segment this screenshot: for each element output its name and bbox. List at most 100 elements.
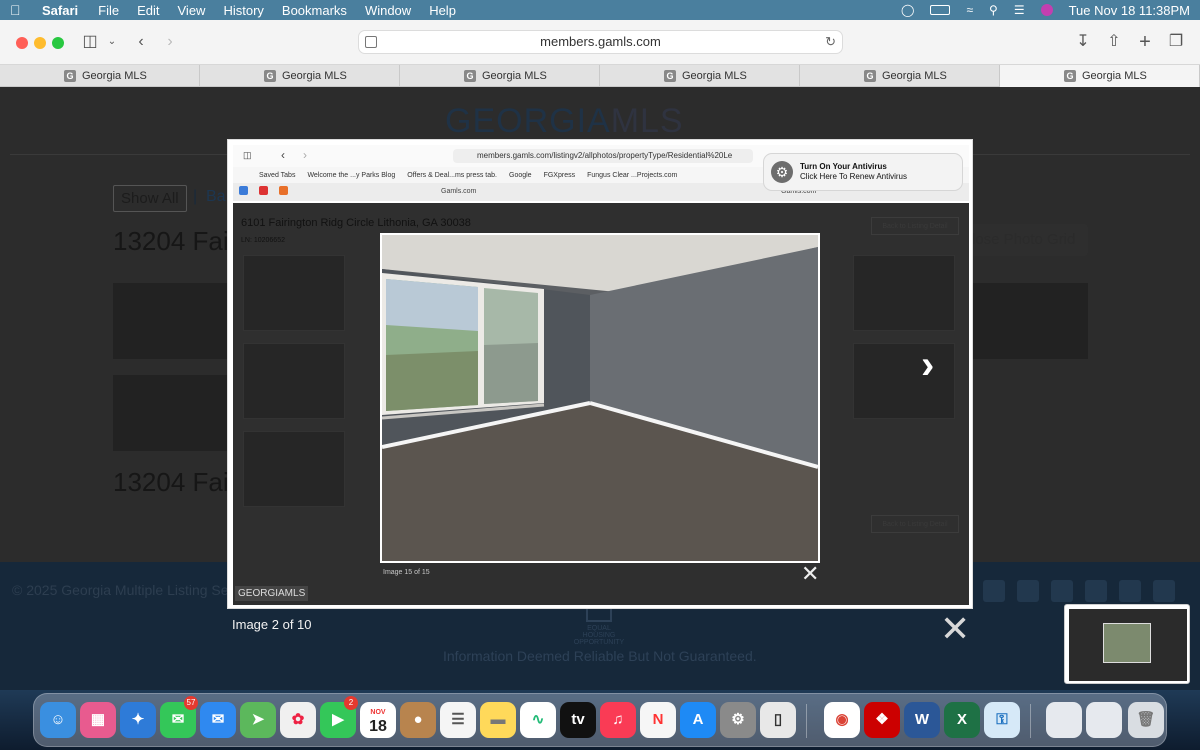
chevron-right-icon[interactable]: › — [921, 343, 934, 388]
menu-clock[interactable]: Tue Nov 18 11:38PM — [1069, 3, 1190, 18]
partial-link[interactable]: Ba — [206, 188, 226, 206]
inner-sidebar-icon: ◫ — [243, 150, 252, 160]
spotlight-search-icon[interactable]: ⚲ — [989, 3, 998, 17]
vimeo-icon[interactable] — [1153, 580, 1175, 602]
tab-georgia-mls-1[interactable]: G Georgia MLS — [0, 65, 200, 87]
back-button[interactable]: ‹ — [131, 32, 151, 52]
reminders-icon[interactable]: ☰ — [440, 702, 476, 738]
system-settings-icon[interactable]: ⚙ — [720, 702, 756, 738]
minimize-window-button[interactable] — [34, 37, 46, 49]
menu-file[interactable]: File — [98, 3, 119, 18]
photo-strip-left-2[interactable] — [113, 375, 228, 451]
menu-window[interactable]: Window — [365, 3, 411, 18]
screenshot-thumbnail-preview[interactable] — [1064, 604, 1190, 684]
chrome-icon[interactable]: ◉ — [824, 702, 860, 738]
trash-icon[interactable]: 🗑 — [1128, 702, 1164, 738]
inner-back-to-listing: Back to Listing Detail — [871, 217, 959, 235]
forward-button[interactable]: › — [160, 32, 180, 52]
menu-app-name[interactable]: Safari — [42, 3, 78, 18]
siri-icon[interactable] — [1040, 4, 1053, 16]
menu-view[interactable]: View — [178, 3, 206, 18]
share-icon[interactable]: ⇧ — [1104, 32, 1124, 52]
menu-edit[interactable]: Edit — [137, 3, 159, 18]
inner-bookmark: Welcome the ...y Parks Blog — [307, 171, 396, 179]
minimized-window-icon[interactable] — [1086, 702, 1122, 738]
page-icon — [365, 36, 377, 48]
notes-icon[interactable]: ▬ — [480, 702, 516, 738]
tab-label: Georgia MLS — [482, 70, 547, 82]
tab-overview-icon[interactable]: ❐ — [1166, 32, 1186, 52]
close-icon[interactable]: ✕ — [940, 611, 970, 647]
show-all-button[interactable]: Show All — [113, 185, 187, 212]
inner-bookmark: FGXpress — [543, 171, 576, 179]
close-photo-grid-button[interactable]: lose Photo Grid — [966, 224, 1088, 256]
chevron-down-icon[interactable]: ⌄ — [102, 32, 122, 52]
photos-icon[interactable]: ✿ — [280, 702, 316, 738]
photo-strip-left[interactable] — [113, 283, 228, 359]
photo-strip-right[interactable] — [973, 283, 1088, 359]
wifi-icon[interactable]: ≈ — [966, 3, 973, 17]
tab-georgia-mls-4[interactable]: G Georgia MLS — [600, 65, 800, 87]
menu-help[interactable]: Help — [429, 3, 456, 18]
app-store-icon[interactable]: A — [680, 702, 716, 738]
twitter-icon[interactable] — [1085, 580, 1107, 602]
listing-address-heading-2: 13204 Fai — [113, 467, 229, 497]
battery-icon[interactable] — [930, 5, 951, 15]
tab-label: Georgia MLS — [82, 70, 147, 82]
zoom-window-button[interactable] — [52, 37, 64, 49]
tab-georgia-mls-6[interactable]: G Georgia MLS — [1000, 65, 1200, 87]
maps-icon[interactable]: ➤ — [240, 702, 276, 738]
apple-icon[interactable]:  — [10, 2, 24, 18]
mail-icon[interactable]: ✉ — [200, 702, 236, 738]
finder-icon[interactable]: ☺ — [40, 702, 76, 738]
tab-georgia-mls-5[interactable]: G Georgia MLS — [800, 65, 1000, 87]
apple-tv-icon[interactable]: tv — [560, 702, 596, 738]
inner-back-icon: ‹ — [281, 148, 285, 162]
freeform-icon[interactable]: ∿ — [520, 702, 556, 738]
close-window-button[interactable] — [16, 37, 28, 49]
address-bar[interactable]: members.gamls.com ↻ — [358, 30, 843, 54]
tab-georgia-mls-2[interactable]: G Georgia MLS — [200, 65, 400, 87]
dock-separator — [1030, 704, 1031, 738]
music-icon[interactable]: ♫ — [600, 702, 636, 738]
safari-icon[interactable]: ✦ — [120, 702, 156, 738]
favicon-icon: G — [1064, 70, 1076, 82]
menu-bookmarks[interactable]: Bookmarks — [282, 3, 347, 18]
reload-icon[interactable]: ↻ — [825, 31, 836, 53]
contacts-icon[interactable]: ● — [400, 702, 436, 738]
favicon-icon: G — [664, 70, 676, 82]
instagram-icon[interactable] — [1017, 580, 1039, 602]
inner-thumbnail — [853, 343, 955, 419]
downloads-icon[interactable]: ↧ — [1073, 32, 1093, 52]
acrobat-icon[interactable]: ❖ — [864, 702, 900, 738]
tab-label: Georgia MLS — [282, 70, 347, 82]
inner-tab-label: Gamls.com — [441, 188, 477, 195]
new-tab-button[interactable]: + — [1135, 32, 1155, 52]
calendar-icon[interactable]: NOV 18 — [360, 702, 396, 738]
tab-bar: G Georgia MLS G Georgia MLS G Georgia MLS G… — [0, 65, 1200, 87]
inner-app-icon — [259, 186, 268, 195]
inner-page: 6101 Fairington Ridg Circle Lithonia, GA… — [233, 203, 969, 605]
news-icon[interactable]: N — [640, 702, 676, 738]
equal-housing-text: EQUAL HOUSING OPPORTUNITY — [573, 625, 625, 646]
control-center-icon[interactable]: ☰ — [1014, 3, 1025, 17]
sidebar-toggle-icon[interactable]: ◫ — [80, 32, 100, 52]
word-icon[interactable]: W — [904, 702, 940, 738]
messages-badge: 57 — [184, 696, 198, 710]
facebook-icon[interactable] — [983, 580, 1005, 602]
facetime-badge: 2 — [344, 696, 358, 710]
iphone-mirroring-icon[interactable]: ▯ — [760, 702, 796, 738]
tab-georgia-mls-3[interactable]: G Georgia MLS — [400, 65, 600, 87]
creative-cloud-icon[interactable]: ◯ — [901, 3, 914, 17]
minimized-window-icon[interactable] — [1046, 702, 1082, 738]
inner-address: 6101 Fairington Ridg Circle Lithonia, GA… — [241, 217, 471, 229]
keychain-icon[interactable]: ⚿ — [984, 702, 1020, 738]
linkedin-icon[interactable] — [1051, 580, 1073, 602]
youtube-icon[interactable] — [1119, 580, 1141, 602]
social-links — [983, 580, 1175, 602]
copyright-text: © 2025 Georgia Multiple Listing Se — [12, 582, 229, 598]
launchpad-icon[interactable]: ▦ — [80, 702, 116, 738]
menu-history[interactable]: History — [223, 3, 263, 18]
menu-bar:  Safari File Edit View History Bookmark… — [0, 0, 1200, 20]
excel-icon[interactable]: X — [944, 702, 980, 738]
